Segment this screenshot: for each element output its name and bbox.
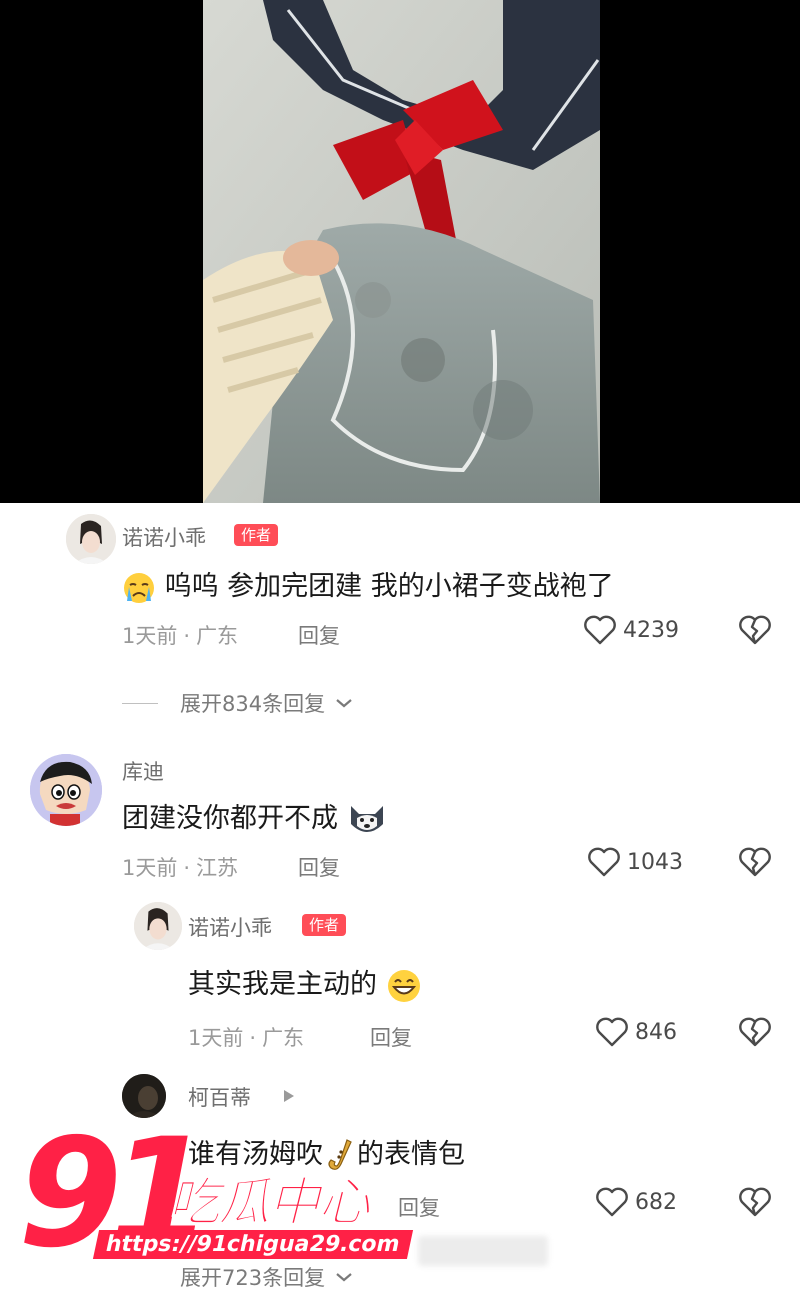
post-image-area bbox=[0, 0, 800, 503]
like-count: 846 bbox=[635, 1019, 677, 1045]
comment-location: 广东 bbox=[196, 624, 239, 648]
comment-location: 广东 bbox=[262, 1026, 305, 1050]
heart-outline-icon bbox=[584, 615, 616, 645]
comment-time: 1天前 bbox=[122, 624, 178, 648]
broken-heart-icon bbox=[739, 615, 771, 645]
comment-meta: 1天前 · 广东 bbox=[188, 1022, 304, 1052]
avatar-image bbox=[134, 902, 182, 950]
divider bbox=[122, 702, 158, 704]
reply-button[interactable]: 回复 bbox=[298, 852, 340, 882]
separator-dot: · bbox=[183, 624, 191, 648]
comment-time: 1天前 bbox=[188, 1026, 244, 1050]
watermark-brand: 吃瓜中心 bbox=[167, 1173, 370, 1234]
dislike-button[interactable] bbox=[738, 1016, 772, 1052]
avatar[interactable] bbox=[66, 514, 116, 564]
reply-button[interactable]: 回复 bbox=[398, 1192, 440, 1222]
username[interactable]: 库迪 bbox=[122, 756, 164, 786]
author-badge: 作者 bbox=[302, 914, 347, 936]
dislike-button[interactable] bbox=[738, 1186, 772, 1222]
heart-outline-icon bbox=[596, 1187, 628, 1217]
husky-dog-face-icon bbox=[350, 805, 383, 832]
like-button[interactable]: 682 bbox=[595, 1186, 677, 1218]
comment-text: 其实我是主动的 bbox=[188, 962, 422, 1004]
like-count: 682 bbox=[635, 1189, 677, 1215]
username[interactable]: 诺诺小乖 bbox=[122, 522, 206, 552]
comment-text: 呜呜 参加完团建 我的小裙子变战袍了 bbox=[122, 564, 614, 605]
reply-button[interactable]: 回复 bbox=[298, 620, 340, 650]
separator-dot: · bbox=[249, 1026, 257, 1050]
blurred-area bbox=[418, 1236, 548, 1266]
reply-button[interactable]: 回复 bbox=[370, 1022, 412, 1052]
comment-meta: 1天前 · 广东 bbox=[122, 620, 238, 650]
broken-heart-icon bbox=[739, 1017, 771, 1047]
watermark-logo: 91 吃瓜中心 https://91chigua29.com bbox=[18, 1114, 413, 1284]
author-badge: 作者 bbox=[234, 524, 279, 546]
chevron-down-icon bbox=[336, 699, 352, 708]
avatar-image bbox=[30, 754, 102, 826]
dislike-button[interactable] bbox=[738, 614, 772, 650]
comment-text: 团建没你都开不成 bbox=[122, 796, 387, 838]
like-button[interactable]: 846 bbox=[595, 1016, 677, 1048]
like-count: 4239 bbox=[623, 617, 679, 643]
dislike-button[interactable] bbox=[738, 846, 772, 882]
broken-heart-icon bbox=[739, 1187, 771, 1217]
heart-outline-icon bbox=[588, 847, 620, 877]
like-button[interactable]: 4239 bbox=[583, 614, 679, 646]
like-button[interactable]: 1043 bbox=[587, 846, 683, 878]
broken-heart-icon bbox=[739, 847, 771, 877]
expand-replies-button[interactable]: 展开834条回复 bbox=[122, 688, 355, 718]
grinning-face-icon bbox=[387, 969, 420, 1002]
comment-time: 1天前 bbox=[122, 856, 178, 880]
comment-meta: 1天前 · 江苏 bbox=[122, 852, 238, 882]
username[interactable]: 诺诺小乖 bbox=[188, 912, 272, 942]
comment-location: 江苏 bbox=[196, 856, 239, 880]
expand-label: 展开834条回复 bbox=[180, 692, 326, 716]
crying-face-icon bbox=[124, 572, 154, 603]
avatar[interactable] bbox=[30, 754, 102, 826]
play-triangle-icon bbox=[284, 1090, 294, 1102]
avatar[interactable] bbox=[134, 902, 182, 950]
watermark-url: https://91chigua29.com bbox=[92, 1230, 413, 1259]
avatar-image bbox=[66, 514, 116, 564]
post-image[interactable] bbox=[203, 0, 600, 503]
separator-dot: · bbox=[183, 856, 191, 880]
heart-outline-icon bbox=[596, 1017, 628, 1047]
like-count: 1043 bbox=[627, 849, 683, 875]
